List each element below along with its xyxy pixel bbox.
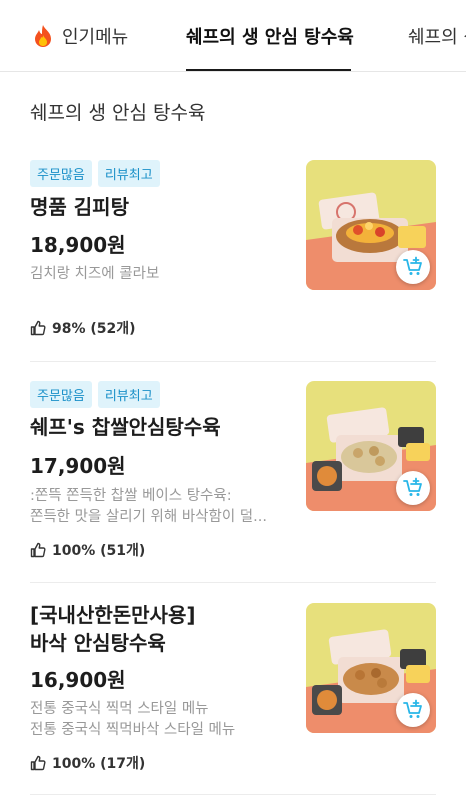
item-name: 쉐프's 찹쌀안심탕수육 bbox=[30, 413, 221, 441]
item-description-line: 김치랑 치즈에 콜라보 bbox=[30, 266, 160, 282]
food-photo-kimpitang[interactable] bbox=[306, 160, 436, 290]
add-to-cart-button[interactable] bbox=[396, 693, 430, 727]
tab-popular[interactable]: 인기메뉴 bbox=[32, 0, 129, 71]
item-description-line: 전통 중국식 찍먹바삭 스타일 메뉴 bbox=[30, 722, 236, 738]
active-tab-indicator bbox=[186, 69, 351, 71]
food-photo-chapssal[interactable] bbox=[306, 381, 436, 511]
add-to-cart-button[interactable] bbox=[396, 250, 430, 284]
item-name-line: [국내산한돈만사용] bbox=[30, 603, 196, 627]
item-description-line: :쫀뜩 쫀득한 찹쌀 베이스 탕수육: bbox=[30, 488, 232, 504]
item-rating: 98% (52개) bbox=[30, 318, 136, 338]
food-photo-basak[interactable] bbox=[306, 603, 436, 733]
fire-icon bbox=[35, 25, 51, 47]
item-description: 전통 중국식 찍먹 스타일 메뉴 전통 중국식 찍먹바삭 스타일 메뉴 bbox=[30, 699, 292, 741]
badge-list: 주문많음 리뷰최고 bbox=[30, 381, 160, 408]
thumbs-up-icon bbox=[30, 320, 46, 336]
category-tab-bar: 인기메뉴 쉐프의 생 안심 탕수육 쉐프의 생 bbox=[0, 0, 466, 72]
thumbs-up-icon bbox=[30, 755, 46, 771]
cart-plus-icon bbox=[403, 256, 422, 275]
badge-popular: 주문많음 bbox=[30, 160, 92, 187]
cart-plus-icon bbox=[403, 477, 422, 496]
item-description-line: 쫀득한 맛을 살리기 위해 바삭함이 덜... bbox=[30, 509, 267, 525]
tab-chef-tangsuyuk[interactable]: 쉐프의 생 안심 탕수육 bbox=[186, 0, 354, 71]
badge-popular: 주문많음 bbox=[30, 381, 92, 408]
item-price: 16,900원 bbox=[30, 668, 126, 692]
item-name: [국내산한돈만사용] 바삭 안심탕수육 bbox=[30, 601, 195, 657]
section-title: 쉐프의 생 안심 탕수육 bbox=[30, 102, 206, 124]
divider bbox=[30, 794, 436, 795]
item-name-line: 쉐프's 찹쌀안심탕수육 bbox=[30, 415, 221, 439]
cart-plus-icon bbox=[403, 699, 422, 718]
badge-best-review: 리뷰최고 bbox=[97, 381, 160, 408]
divider bbox=[30, 361, 436, 362]
tab-label: 쉐프의 생 안심 탕수육 bbox=[186, 27, 354, 48]
item-name-line: 바삭 안심탕수육 bbox=[30, 631, 166, 655]
tab-next-category[interactable]: 쉐프의 생 bbox=[408, 0, 466, 71]
item-description-line: 전통 중국식 찍먹 스타일 메뉴 bbox=[30, 701, 209, 717]
thumbs-up-icon bbox=[30, 542, 46, 558]
item-name: 명품 김피탕 bbox=[30, 193, 129, 221]
rating-text: 98% (52개) bbox=[52, 321, 136, 337]
item-price: 18,900원 bbox=[30, 233, 126, 257]
badge-best-review: 리뷰최고 bbox=[97, 160, 160, 187]
add-to-cart-button[interactable] bbox=[396, 471, 430, 505]
tab-label: 쉐프의 생 bbox=[408, 27, 466, 48]
rating-text: 100% (51개) bbox=[52, 543, 146, 559]
item-description: 김치랑 치즈에 콜라보 bbox=[30, 264, 292, 285]
item-rating: 100% (17개) bbox=[30, 753, 145, 773]
item-description: :쫀뜩 쫀득한 찹쌀 베이스 탕수육: 쫀득한 맛을 살리기 위해 바삭함이 덜… bbox=[30, 486, 292, 528]
divider bbox=[30, 582, 436, 583]
item-name-line: 명품 김피탕 bbox=[30, 195, 129, 219]
badge-list: 주문많음 리뷰최고 bbox=[30, 160, 160, 187]
item-price: 17,900원 bbox=[30, 454, 126, 478]
rating-text: 100% (17개) bbox=[52, 756, 146, 772]
tab-label: 인기메뉴 bbox=[62, 27, 129, 48]
item-rating: 100% (51개) bbox=[30, 540, 145, 560]
